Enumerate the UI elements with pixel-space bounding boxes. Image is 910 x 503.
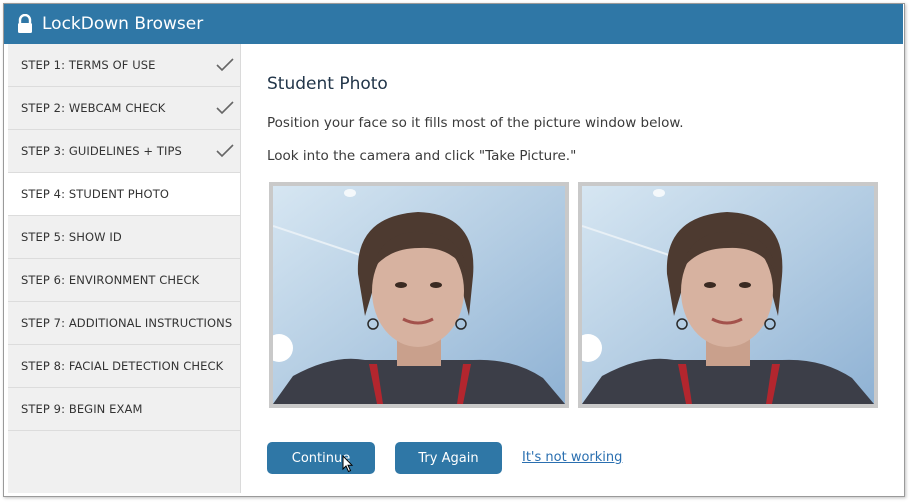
try-again-button[interactable]: Try Again xyxy=(395,442,502,474)
sidebar-step-3[interactable]: STEP 3: GUIDELINES + TIPS xyxy=(8,130,240,173)
step-label: STEP 4: STUDENT PHOTO xyxy=(21,187,169,201)
sidebar-step-2[interactable]: STEP 2: WEBCAM CHECK xyxy=(8,87,240,130)
sidebar-step-9[interactable]: STEP 9: BEGIN EXAM xyxy=(8,388,240,431)
webcam-live-view xyxy=(269,182,569,408)
step-label: STEP 5: SHOW ID xyxy=(21,230,122,244)
step-label: STEP 3: GUIDELINES + TIPS xyxy=(21,144,182,158)
sidebar-step-4-active[interactable]: STEP 4: STUDENT PHOTO xyxy=(8,173,240,216)
checkmark-icon xyxy=(216,144,234,158)
page-title: Student Photo xyxy=(267,74,388,94)
app-title: LockDown Browser xyxy=(42,14,204,34)
step-label: STEP 9: BEGIN EXAM xyxy=(21,402,143,416)
steps-sidebar: STEP 1: TERMS OF USE STEP 2: WEBCAM CHEC… xyxy=(8,44,241,493)
mouse-pointer-icon xyxy=(342,454,354,473)
captured-image xyxy=(582,186,874,404)
instruction-text: Position your face so it fills most of t… xyxy=(267,115,684,131)
step-label: STEP 6: ENVIRONMENT CHECK xyxy=(21,273,200,287)
continue-button[interactable]: Continue xyxy=(267,442,375,474)
sidebar-step-6[interactable]: STEP 6: ENVIRONMENT CHECK xyxy=(8,259,240,302)
sidebar-step-7[interactable]: STEP 7: ADDITIONAL INSTRUCTIONS xyxy=(8,302,240,345)
instruction-text: Look into the camera and click "Take Pic… xyxy=(267,148,577,164)
webcam-image xyxy=(273,186,565,404)
step-label: STEP 7: ADDITIONAL INSTRUCTIONS xyxy=(21,316,233,330)
checkmark-icon xyxy=(216,101,234,115)
title-bar: LockDown Browser xyxy=(4,4,903,44)
step-label: STEP 8: FACIAL DETECTION CHECK xyxy=(21,359,224,373)
captured-photo xyxy=(578,182,878,408)
lock-icon xyxy=(16,13,34,34)
sidebar-step-8[interactable]: STEP 8: FACIAL DETECTION CHECK xyxy=(8,345,240,388)
step-label: STEP 2: WEBCAM CHECK xyxy=(21,101,166,115)
sidebar-step-5[interactable]: STEP 5: SHOW ID xyxy=(8,216,240,259)
sidebar-step-1[interactable]: STEP 1: TERMS OF USE xyxy=(8,44,240,87)
step-label: STEP 1: TERMS OF USE xyxy=(21,58,156,72)
not-working-link[interactable]: It's not working xyxy=(522,450,622,465)
checkmark-icon xyxy=(216,58,234,72)
